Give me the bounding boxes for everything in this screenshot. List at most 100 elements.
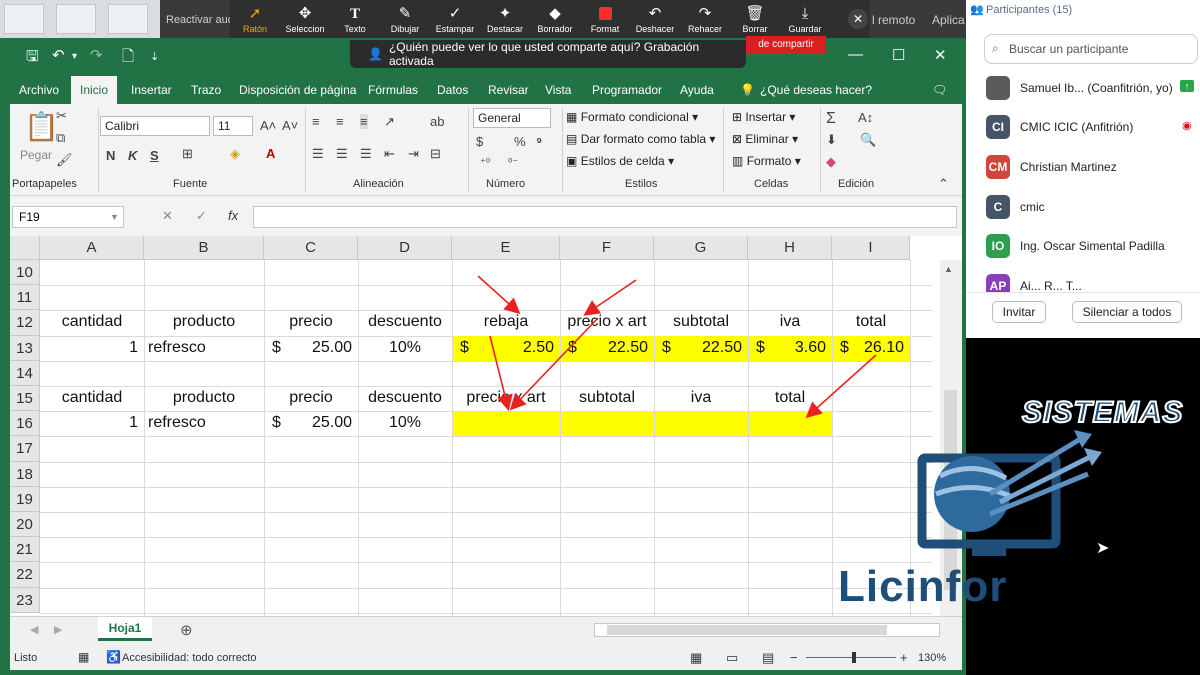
tab-disposicion[interactable]: Disposición de página [239,76,356,104]
cell-styles-button[interactable]: ▣ Estilos de celda ▾ [566,154,674,168]
page-break-icon[interactable]: ▤ [762,650,774,666]
tool-stamp[interactable]: ✓ Estampar [430,0,480,40]
invite-button[interactable]: Invitar [992,301,1046,323]
cell-d13[interactable]: 10% [358,339,452,357]
tool-draw[interactable]: ✎ Dibujar [380,0,430,40]
find-icon[interactable]: 🔍 [860,132,876,148]
percent-icon[interactable]: % [514,134,526,149]
tool-format[interactable]: Format [580,0,630,40]
header-cell-g12[interactable]: subtotal [654,313,748,331]
zoom-slider[interactable] [806,657,896,658]
row-header-15[interactable]: 15 [10,386,40,412]
normal-view-icon[interactable]: ▦ [690,650,702,666]
paste-icon[interactable]: 📋 [24,110,59,143]
tab-inicio[interactable]: Inicio [71,76,118,104]
accessibility-status[interactable]: Accesibilidad: todo correcto [122,652,257,664]
tool-text[interactable]: T Texto [330,0,380,40]
desktop-icon[interactable] [56,4,96,34]
undo-icon[interactable]: ↶ [52,46,65,64]
customize-icon[interactable]: ⇣ [150,50,159,63]
cell-a16[interactable]: 1 [40,414,138,432]
borders-icon[interactable]: ⊞ [182,146,193,162]
align-left-icon[interactable]: ☰ [312,146,324,162]
zoom-slider-thumb[interactable] [852,652,856,663]
tab-formulas[interactable]: Fórmulas [368,76,418,104]
tool-mouse[interactable]: ➚ Ratón [230,0,280,40]
fill-color-icon[interactable]: ◈ [230,146,240,162]
function-icon[interactable]: fx [228,208,238,223]
chevron-down-icon[interactable]: ▾ [72,51,77,62]
format-table-button[interactable]: ▤ Dar formato como tabla ▾ [566,132,715,146]
decrease-decimal-icon[interactable]: ⁰⁻ [508,156,518,169]
row-header-21[interactable]: 21 [10,537,40,563]
next-sheet-icon[interactable]: ▶ [54,623,62,636]
accessibility-icon[interactable]: ♿ [106,650,121,664]
tab-trazo[interactable]: Trazo [191,76,221,104]
page-layout-icon[interactable]: ▭ [726,650,738,666]
row-header-13[interactable]: 13 [10,335,40,361]
new-file-icon[interactable]: 🗋 [122,46,134,71]
cell-g13[interactable]: 22.50 [654,339,742,357]
select-all-corner[interactable] [10,236,40,260]
bold-icon[interactable]: N [106,148,115,163]
row-header-23[interactable]: 23 [10,587,40,613]
add-sheet-icon[interactable]: ⊕ [180,621,193,639]
zoom-out-icon[interactable]: − [790,650,798,665]
format-painter-icon[interactable]: 🖌 [56,152,73,168]
cell-d16[interactable]: 10% [358,414,452,432]
header-cell-f12[interactable]: precio x art [560,313,654,331]
cell-a13[interactable]: 1 [40,339,138,357]
participant-item[interactable]: C cmic [986,193,1200,225]
cell-b13[interactable]: refresco [148,339,206,357]
indent-icon[interactable]: ⇤ [384,146,395,162]
paste-button[interactable]: Pegar [20,148,52,162]
row-header-19[interactable]: 19 [10,486,40,512]
cell-i13[interactable]: 26.10 [832,339,904,357]
copy-icon[interactable]: ⧉ [56,130,65,146]
format-cells-button[interactable]: ▥ Formato ▾ [732,154,801,168]
header-cell-c15[interactable]: precio [264,389,358,407]
participant-item[interactable]: CI CMIC ICIC (Anfitrión) ◉ [986,113,1200,145]
cell-b16[interactable]: refresco [148,414,206,432]
clear-icon[interactable]: ◆ [826,154,836,170]
align-bottom-icon[interactable]: ≡ [360,114,368,129]
header-cell-f15[interactable]: subtotal [560,389,654,407]
reactivar-audio[interactable]: Reactivar aud [160,0,230,38]
header-cell-b15[interactable]: producto [144,389,264,407]
participant-item[interactable]: IO Ing. Oscar Simental Padilla [986,232,1200,264]
tool-redo[interactable]: ↷ Rehacer [680,0,730,40]
cut-icon[interactable]: ✂ [56,108,67,124]
align-top-icon[interactable]: ≡ [312,114,320,129]
header-cell-h15[interactable]: total [748,389,832,407]
tab-archivo[interactable]: Archivo [19,76,59,104]
row-header-17[interactable]: 17 [10,436,40,462]
delete-cells-button[interactable]: ⊠ Eliminar ▾ [732,132,798,146]
column-header-a[interactable]: A [40,236,144,260]
row-header-11[interactable]: 11 [10,285,40,311]
desktop-icon[interactable] [4,4,44,34]
row-header-12[interactable]: 12 [10,310,40,336]
search-participant-input[interactable]: Buscar un participante [984,34,1198,64]
row-header-18[interactable]: 18 [10,461,40,487]
row-header-10[interactable]: 10 [10,260,40,286]
name-box[interactable]: F19 [12,206,124,228]
participant-item[interactable]: CM Christian Martinez [986,153,1200,185]
formula-input[interactable] [253,206,957,228]
zoom-level[interactable]: 130% [918,652,946,664]
close-icon[interactable]: ✕ [934,46,947,64]
tool-undo[interactable]: ↶ Deshacer [630,0,680,40]
minimize-icon[interactable]: — [848,46,863,63]
header-cell-a15[interactable]: cantidad [40,389,144,407]
align-middle-icon[interactable]: ≡ [336,114,344,129]
column-header-b[interactable]: B [144,236,264,260]
redo-icon[interactable]: ↷ [90,46,103,64]
header-cell-c12[interactable]: precio [264,313,358,331]
tab-revisar[interactable]: Revisar [488,76,529,104]
tab-vista[interactable]: Vista [545,76,571,104]
comments-icon[interactable]: 🗨 [932,76,947,104]
column-header-c[interactable]: C [264,236,358,260]
orientation-icon[interactable]: ↗ [384,114,395,130]
cell-c13[interactable]: 25.00 [264,339,352,357]
save-icon[interactable]: 🖫 [26,46,39,71]
row-header-22[interactable]: 22 [10,562,40,588]
